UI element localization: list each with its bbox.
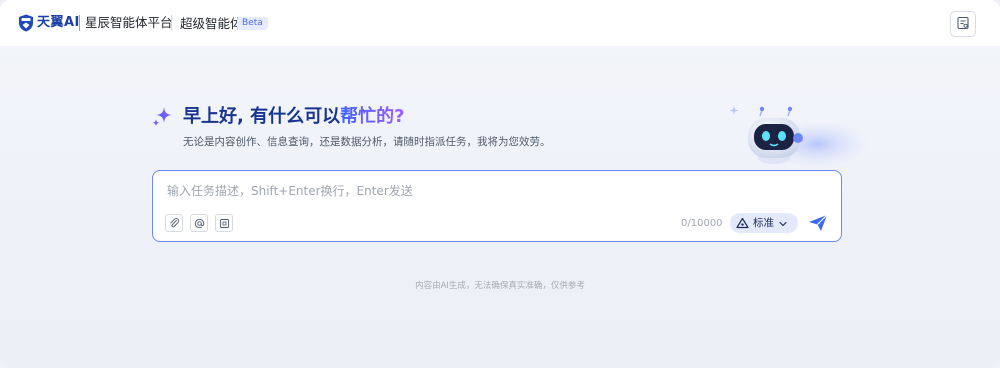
at-icon	[194, 214, 205, 233]
divider	[79, 15, 80, 31]
ai-disclaimer: 内容由AI生成，无法确保真实准确，仅供参考	[415, 281, 585, 291]
mode-selector[interactable]: 标准	[730, 213, 798, 233]
image-upload-button[interactable]	[215, 214, 233, 232]
divider	[171, 15, 172, 31]
mention-button[interactable]	[190, 214, 208, 232]
attach-button[interactable]	[165, 214, 183, 232]
task-input[interactable]	[165, 179, 829, 203]
send-icon	[809, 214, 828, 231]
char-counter: 0/10000	[681, 218, 723, 229]
image-icon	[219, 214, 230, 233]
app-frame: 天翼AI 星辰智能体平台 超级智能体 Beta 早上好, 有什么可以帮忙的? 无…	[0, 0, 1000, 368]
robot-mascot	[722, 100, 872, 175]
greeting-highlight: 帮忙的?	[340, 106, 405, 127]
history-button[interactable]	[950, 11, 976, 37]
shield-logo-icon	[18, 14, 34, 32]
greeting-text: 早上好, 有什么可以	[183, 106, 341, 127]
beta-badge: Beta	[237, 17, 268, 30]
brand-name: 天翼AI	[37, 15, 80, 30]
sparkle-icon	[151, 105, 175, 129]
mode-label: 标准	[753, 217, 774, 229]
greeting-title: 早上好, 有什么可以帮忙的?	[183, 104, 405, 130]
top-bar: 天翼AI 星辰智能体平台 超级智能体 Beta	[0, 0, 1000, 46]
task-composer: 0/10000 标准	[152, 170, 842, 242]
send-button[interactable]	[807, 213, 829, 233]
notes-icon	[956, 15, 970, 34]
platform-name[interactable]: 星辰智能体平台	[85, 14, 173, 32]
agent-name: 超级智能体	[180, 16, 243, 31]
chevron-down-icon	[778, 214, 788, 233]
greeting-subtitle: 无论是内容创作、信息查询，还是数据分析，请随时指派任务，我将为您效劳。	[183, 136, 551, 148]
paperclip-icon	[169, 214, 180, 233]
triangle-mode-icon	[736, 214, 749, 233]
